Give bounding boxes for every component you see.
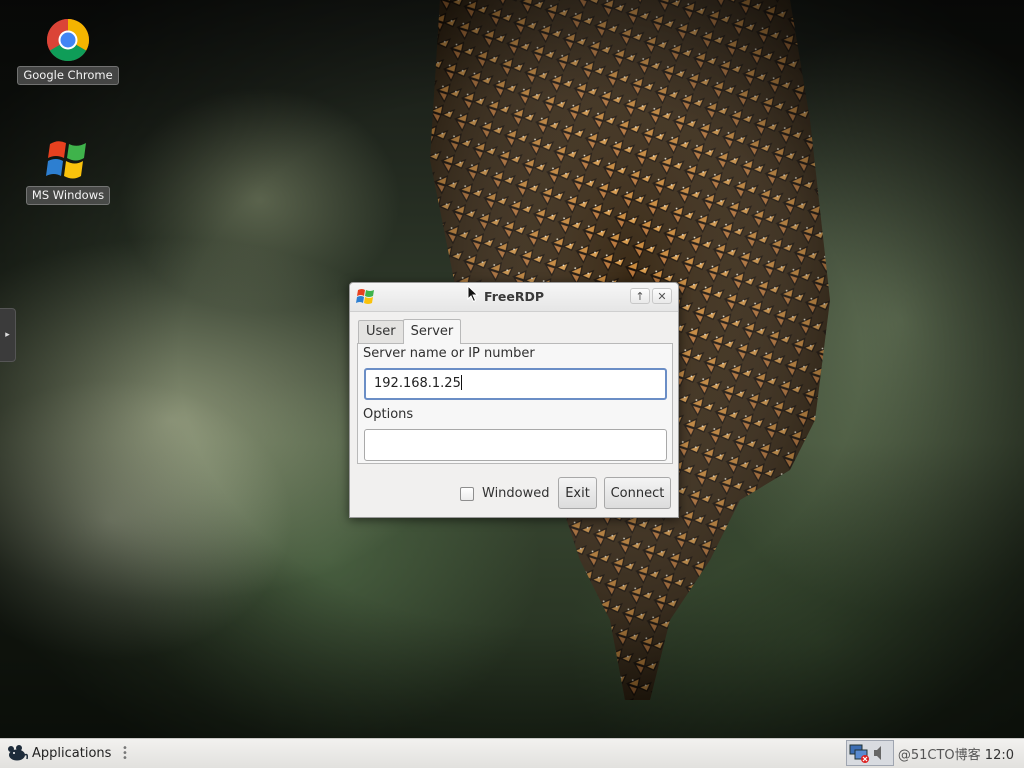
desktop-icon-ms-windows[interactable]: MS Windows [20,136,116,205]
tab-server[interactable]: Server [402,319,462,344]
side-panel-toggle[interactable]: ▸ [0,308,16,362]
maximize-button[interactable]: ↑ [630,288,650,304]
system-tray: @51CTO博客 12:0 [845,739,1024,767]
options-input[interactable] [364,429,667,461]
server-name-label: Server name or IP number [363,346,535,361]
tray-clock-and-watermark: @51CTO博客 12:0 [898,744,1024,763]
exit-button[interactable]: Exit [558,477,597,509]
connect-button[interactable]: Connect [604,477,671,509]
applications-menu-button[interactable]: Applications [6,743,111,763]
desktop-icon-label: Google Chrome [17,66,119,85]
watermark-text: @51CTO博客 [897,747,981,763]
applications-label: Applications [32,745,112,761]
server-name-input[interactable]: 192.168.1.25 [364,368,667,400]
dialog-footer: Windowed Exit Connect [350,476,678,510]
taskbar: Applications • • • @51CTO博客 12:0 [0,738,1024,768]
clock-text[interactable]: 12:0 [985,748,1014,763]
freerdp-dialog: FreeRDP ↑ ✕ User Server Server name or I… [349,282,679,518]
network-tray-icon[interactable] [845,740,894,766]
close-icon: ✕ [657,290,667,303]
text-caret [460,375,462,390]
tab-user[interactable]: User [358,320,404,343]
options-label: Options [363,407,414,422]
desktop-icon-google-chrome[interactable]: Google Chrome [17,18,119,85]
arrow-up-icon: ↑ [635,290,645,303]
network-disconnected-icon [849,744,881,763]
mouse-pointer-icon [467,285,479,303]
dialog-titlebar[interactable]: FreeRDP ↑ ✕ [350,283,678,312]
windowed-label: Windowed [482,486,550,501]
close-button[interactable]: ✕ [652,288,672,304]
server-tab-panel: Server name or IP number 192.168.1.25 Op… [357,343,673,464]
connect-button-label: Connect [610,485,665,501]
panel-separator-handle[interactable]: • • • [122,744,128,764]
dialog-title: FreeRDP [483,289,545,304]
server-name-value: 192.168.1.25 [374,376,461,391]
desktop-icon-label: MS Windows [25,186,111,205]
windowed-checkbox-row[interactable]: Windowed [460,486,550,501]
windowed-checkbox[interactable] [460,486,474,501]
chrome-icon [46,18,90,62]
exit-button-label: Exit [565,485,590,501]
chevron-right-icon: ▸ [5,330,10,340]
dialog-tabs: User Server [358,319,462,344]
xfce-mouse-icon [8,745,28,761]
windows-logo-icon [46,141,86,179]
